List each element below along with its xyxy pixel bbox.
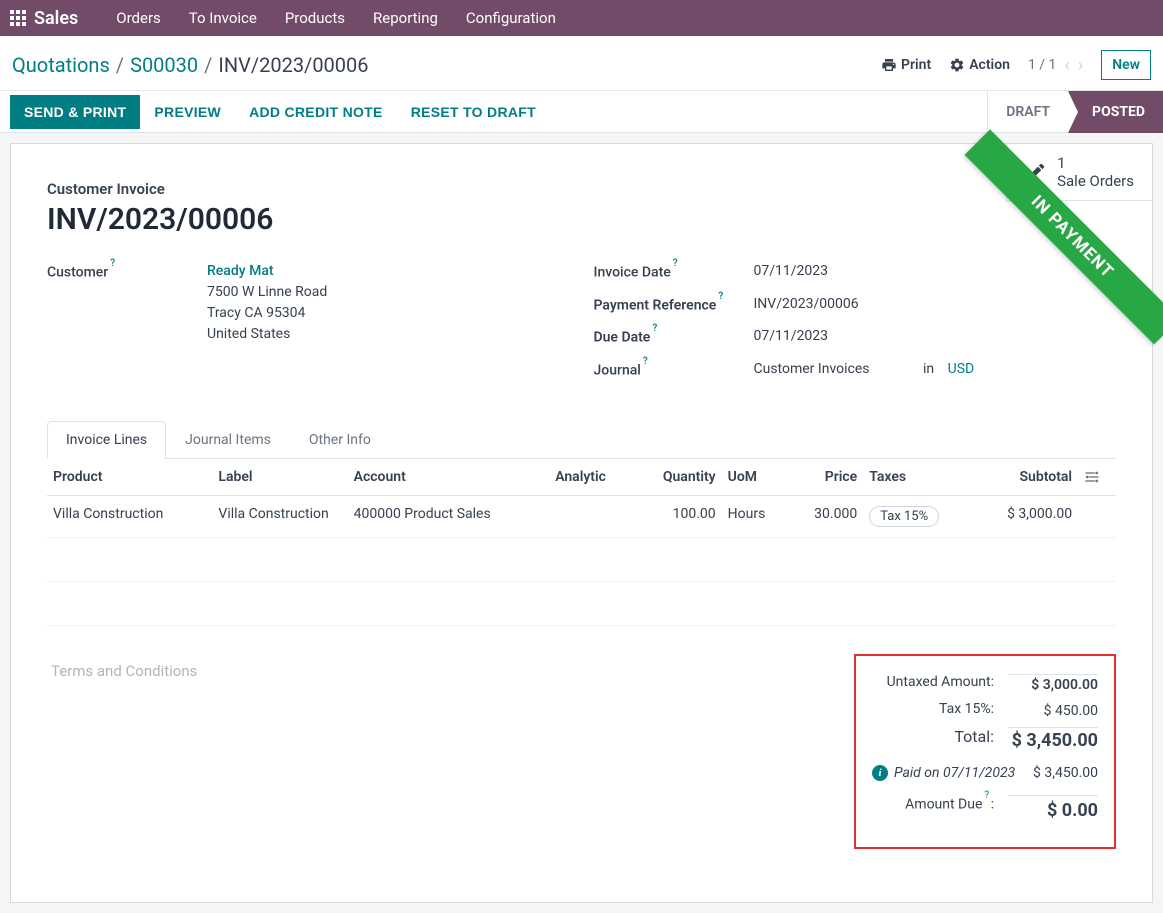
print-label: Print bbox=[901, 57, 931, 73]
payment-ref-label: Payment Reference? bbox=[594, 294, 754, 317]
nav-toinvoice[interactable]: To Invoice bbox=[175, 9, 271, 27]
pager-text: 1 / 1 bbox=[1028, 57, 1056, 73]
statbox-count: 1 bbox=[1057, 154, 1134, 172]
cell-subtotal: $ 3,000.00 bbox=[974, 495, 1078, 537]
customer-addr1: 7500 W Linne Road bbox=[207, 282, 570, 303]
due-date-value: 07/11/2023 bbox=[754, 326, 1117, 349]
col-account[interactable]: Account bbox=[348, 459, 550, 496]
info-icon[interactable]: i bbox=[872, 765, 888, 781]
totals-box: Untaxed Amount: $ 3,000.00 Tax 15%: $ 45… bbox=[854, 654, 1116, 849]
journal-label: Journal? bbox=[594, 359, 754, 382]
cell-analytic bbox=[549, 495, 634, 537]
breadcrumb-sep: / bbox=[116, 53, 124, 77]
help-icon[interactable]: ? bbox=[984, 790, 989, 801]
gear-icon bbox=[949, 57, 965, 73]
untaxed-value: $ 3,000.00 bbox=[1008, 674, 1098, 693]
new-button[interactable]: New bbox=[1101, 50, 1151, 80]
add-credit-note-button[interactable]: ADD CREDIT NOTE bbox=[235, 95, 397, 129]
reset-to-draft-button[interactable]: RESET TO DRAFT bbox=[397, 95, 550, 129]
customer-addr2: Tracy CA 95304 bbox=[207, 303, 570, 324]
terms-conditions-field[interactable]: Terms and Conditions bbox=[47, 654, 834, 849]
tax-label: Tax 15%: bbox=[872, 701, 994, 719]
amount-due-label: Amount Due? : bbox=[872, 795, 994, 821]
col-uom[interactable]: UoM bbox=[722, 459, 789, 496]
customer-addr3: United States bbox=[207, 324, 570, 345]
breadcrumb-current: INV/2023/00006 bbox=[218, 53, 368, 77]
tab-other-info[interactable]: Other Info bbox=[290, 421, 390, 459]
nav-orders[interactable]: Orders bbox=[102, 9, 175, 27]
paid-label: Paid on 07/11/2023 bbox=[894, 765, 1033, 781]
customer-link[interactable]: Ready Mat bbox=[207, 263, 274, 279]
preview-button[interactable]: PREVIEW bbox=[140, 95, 235, 129]
nav-reporting[interactable]: Reporting bbox=[359, 9, 452, 27]
status-posted: POSTED bbox=[1068, 91, 1163, 133]
breadcrumb-quotations[interactable]: Quotations bbox=[12, 53, 110, 77]
cell-taxes: Tax 15% bbox=[863, 495, 974, 537]
apps-icon[interactable] bbox=[10, 10, 26, 26]
total-label: Total: bbox=[872, 727, 994, 751]
col-price[interactable]: Price bbox=[789, 459, 863, 496]
tab-invoice-lines[interactable]: Invoice Lines bbox=[47, 421, 166, 459]
customer-label: Customer? bbox=[47, 261, 207, 345]
breadcrumb: Quotations / S00030 / INV/2023/00006 bbox=[12, 53, 369, 77]
cell-product: Villa Construction bbox=[47, 495, 212, 537]
due-date-label: Due Date? bbox=[594, 326, 754, 349]
column-options-icon[interactable] bbox=[1078, 459, 1116, 496]
paid-value: $ 3,450.00 bbox=[1033, 765, 1098, 781]
col-label[interactable]: Label bbox=[212, 459, 347, 496]
cell-account: 400000 Product Sales bbox=[348, 495, 550, 537]
tax-value: $ 450.00 bbox=[1008, 701, 1098, 719]
col-subtotal[interactable]: Subtotal bbox=[974, 459, 1078, 496]
col-analytic[interactable]: Analytic bbox=[549, 459, 634, 496]
payment-ref-value: INV/2023/00006 bbox=[754, 294, 1117, 317]
breadcrumb-sep: / bbox=[204, 53, 212, 77]
amount-due-value: $ 0.00 bbox=[1008, 795, 1098, 821]
status-draft[interactable]: DRAFT bbox=[987, 91, 1068, 133]
action-label: Action bbox=[969, 57, 1010, 73]
help-icon[interactable]: ? bbox=[110, 258, 115, 269]
help-icon[interactable]: ? bbox=[652, 323, 657, 334]
statbox-label: Sale Orders bbox=[1057, 172, 1134, 190]
help-icon[interactable]: ? bbox=[643, 356, 648, 367]
col-product[interactable]: Product bbox=[47, 459, 212, 496]
nav-configuration[interactable]: Configuration bbox=[452, 9, 570, 27]
currency-link[interactable]: USD bbox=[948, 361, 975, 377]
cell-uom: Hours bbox=[722, 495, 789, 537]
cell-quantity: 100.00 bbox=[634, 495, 722, 537]
breadcrumb-order[interactable]: S00030 bbox=[130, 53, 198, 77]
col-quantity[interactable]: Quantity bbox=[634, 459, 722, 496]
pager-prev-icon[interactable]: ‹ bbox=[1064, 55, 1069, 76]
form-sheet: 1 Sale Orders IN PAYMENT Customer Invoic… bbox=[10, 143, 1153, 903]
help-icon[interactable]: ? bbox=[673, 258, 678, 269]
action-bar: SEND & PRINT PREVIEW ADD CREDIT NOTE RES… bbox=[0, 91, 1163, 133]
help-icon[interactable]: ? bbox=[718, 291, 723, 302]
doc-title: INV/2023/00006 bbox=[47, 202, 1116, 237]
invoice-date-label: Invoice Date? bbox=[594, 261, 754, 284]
untaxed-label: Untaxed Amount: bbox=[872, 674, 994, 693]
journal-value: Customer Invoices in USD bbox=[754, 359, 1117, 382]
nav-products[interactable]: Products bbox=[271, 9, 359, 27]
print-button[interactable]: Print bbox=[881, 57, 931, 73]
print-icon bbox=[881, 57, 897, 73]
top-navbar: Sales Orders To Invoice Products Reporti… bbox=[0, 0, 1163, 36]
cell-price: 30.000 bbox=[789, 495, 863, 537]
pager-next-icon[interactable]: › bbox=[1078, 55, 1083, 76]
invoice-date-value: 07/11/2023 bbox=[754, 261, 1117, 284]
tab-journal-items[interactable]: Journal Items bbox=[166, 421, 290, 459]
doc-type-label: Customer Invoice bbox=[47, 180, 1116, 198]
cell-label: Villa Construction bbox=[212, 495, 347, 537]
invoice-lines-table: Product Label Account Analytic Quantity … bbox=[47, 459, 1116, 626]
tabs: Invoice Lines Journal Items Other Info bbox=[47, 420, 1116, 459]
send-print-button[interactable]: SEND & PRINT bbox=[10, 95, 140, 129]
header-bar: Quotations / S00030 / INV/2023/00006 Pri… bbox=[0, 36, 1163, 91]
col-taxes[interactable]: Taxes bbox=[863, 459, 974, 496]
total-value: $ 3,450.00 bbox=[1008, 727, 1098, 751]
pager: 1 / 1 ‹ › bbox=[1028, 55, 1083, 76]
nav-brand[interactable]: Sales bbox=[34, 8, 78, 29]
statusbar: DRAFT POSTED bbox=[987, 91, 1163, 133]
table-row[interactable]: Villa Construction Villa Construction 40… bbox=[47, 495, 1116, 537]
action-button[interactable]: Action bbox=[949, 57, 1010, 73]
